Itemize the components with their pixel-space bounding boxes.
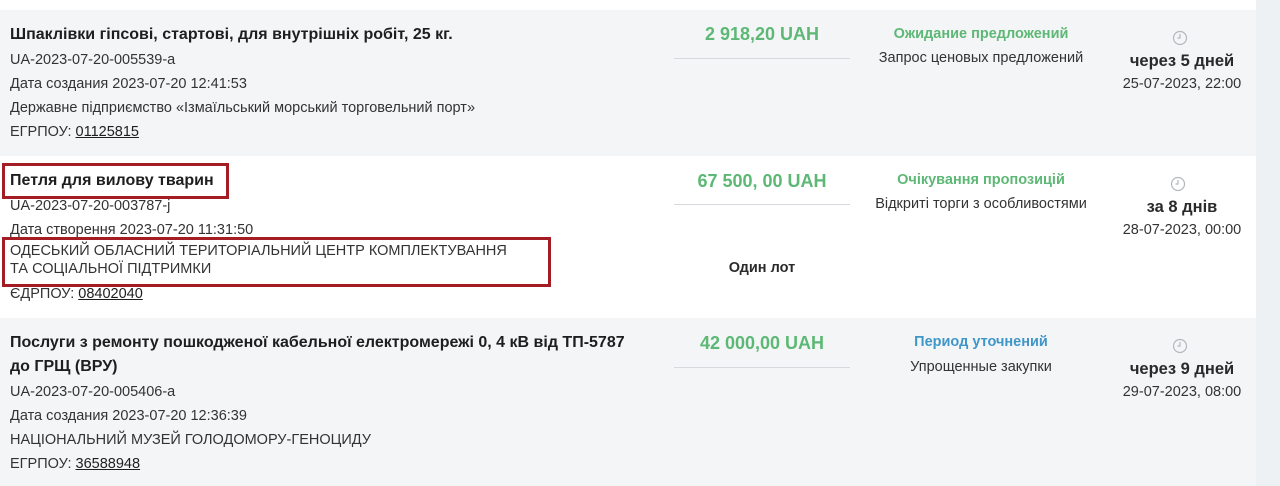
tender-title-link[interactable]: Шпаклівки гіпсові, стартові, для внутріш… (10, 23, 453, 47)
organization-line: ТА СОЦІАЛЬНОЇ ПІДТРИМКИ (10, 261, 212, 277)
edrpou-label: ЕГРПОУ: (10, 456, 72, 472)
tender-id: UA-2023-07-20-005539-a (10, 52, 176, 68)
tender-row[interactable]: Шпаклівки гіпсові, стартові, для внутріш… (0, 10, 1256, 156)
tender-edrpou: ЕГРПОУ: 36588948 (10, 452, 140, 476)
tender-id: UA-2023-07-20-003787-j (10, 198, 171, 214)
edrpou-code-link[interactable]: 08402040 (78, 286, 143, 302)
tender-procedure-type: Упрощенные закупки (910, 359, 1052, 375)
clock-icon (1172, 30, 1188, 46)
edrpou-code-link[interactable]: 01125815 (76, 124, 139, 140)
price-divider (674, 367, 850, 368)
scrollbar[interactable] (1256, 0, 1280, 486)
tender-procedure-type: Запрос ценовых предложений (878, 50, 1084, 66)
tender-status: Очікування пропозицій (897, 172, 1065, 188)
tender-status: Ожидание предложений (893, 26, 1069, 42)
tender-created-date: Дата создания 2023-07-20 12:36:39 (10, 408, 247, 424)
tender-organization: НАЦІОНАЛЬНИЙ МУЗЕЙ ГОЛОДОМОРУ-ГЕНОЦИДУ (10, 432, 371, 448)
title-line: до ГРЩ (ВРУ) (10, 358, 118, 375)
tender-edrpou: ЕГРПОУ: 01125815 (10, 120, 139, 144)
organization-line: ОДЕСЬКИЙ ОБЛАСНИЙ ТЕРИТОРІАЛЬНИЙ ЦЕНТР К… (10, 243, 507, 259)
price-divider (674, 204, 850, 205)
tender-created-date: Дата создания 2023-07-20 12:41:53 (10, 76, 247, 92)
tender-deadline: через 9 дней (1129, 360, 1235, 378)
tender-deadline-date: 25-07-2023, 22:00 (1122, 76, 1242, 92)
clock-icon (1170, 176, 1186, 192)
edrpou-label: ЕГРПОУ: (10, 124, 72, 140)
tender-row[interactable]: Послуги з ремонту пошкодженої кабельної … (0, 318, 1256, 486)
tender-price: 42 000,00 UAH (699, 333, 825, 353)
tender-lot-info: Один лот (728, 260, 796, 276)
title-line: Послуги з ремонту пошкодженої кабельної … (10, 334, 625, 351)
tender-edrpou: ЄДРПОУ: 08402040 (10, 282, 143, 306)
tender-price: 67 500, 00 UAH (697, 171, 827, 191)
edrpou-code-link[interactable]: 36588948 (76, 456, 141, 472)
tender-deadline: за 8 днів (1146, 198, 1218, 216)
tender-organization: ОДЕСЬКИЙ ОБЛАСНИЙ ТЕРИТОРІАЛЬНИЙ ЦЕНТР К… (10, 242, 507, 278)
tender-deadline-date: 29-07-2023, 08:00 (1122, 384, 1242, 400)
tender-title-link[interactable]: Послуги з ремонту пошкодженої кабельної … (10, 331, 625, 379)
tender-price: 2 918,20 UAH (704, 24, 820, 44)
tender-title-link[interactable]: Петля для вилову тварин (10, 169, 214, 193)
tender-deadline-date: 28-07-2023, 00:00 (1122, 222, 1242, 238)
price-divider (674, 58, 850, 59)
tender-id: UA-2023-07-20-005406-a (10, 384, 176, 400)
edrpou-label: ЄДРПОУ: (10, 286, 75, 302)
tender-procedure-type: Відкриті торги з особливостями (875, 196, 1087, 212)
clock-icon (1172, 338, 1188, 354)
tender-deadline: через 5 дней (1129, 52, 1235, 70)
tender-row[interactable]: Петля для вилову тварин UA-2023-07-20-00… (0, 157, 1256, 317)
tender-organization: Державне підприємство «Ізмаїльський морс… (10, 100, 476, 116)
tender-created-date: Дата створення 2023-07-20 11:31:50 (10, 222, 254, 238)
tender-status: Период уточнений (914, 334, 1048, 350)
